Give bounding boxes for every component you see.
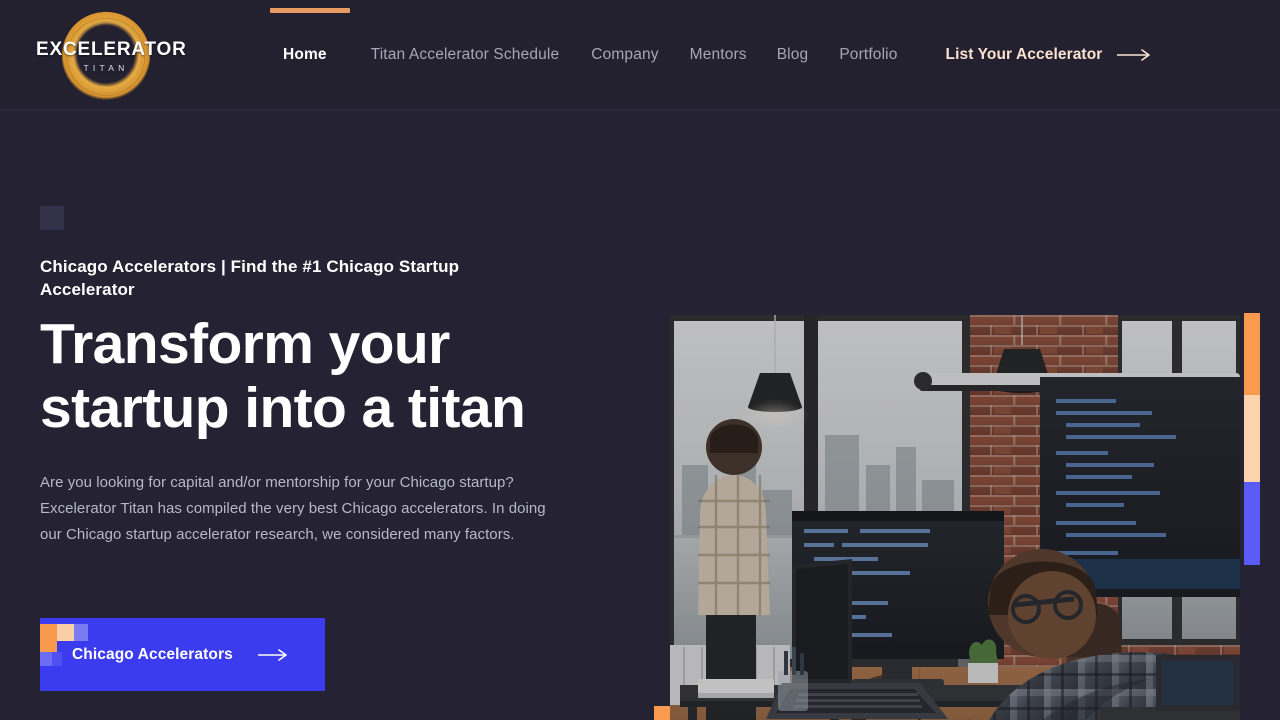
- main-navigation: Home Titan Accelerator Schedule Company …: [270, 0, 1152, 110]
- office-photo: [670, 315, 1240, 720]
- chicago-accelerators-label: Chicago Accelerators: [72, 645, 233, 663]
- list-your-accelerator-label: List Your Accelerator: [945, 46, 1103, 63]
- logo-wordmark: EXCELERATOR: [36, 38, 187, 60]
- hero-section: Chicago Accelerators | Find the #1 Chica…: [0, 110, 1280, 720]
- nav-item-portfolio[interactable]: Portfolio: [839, 46, 897, 64]
- hero-eyebrow: Chicago Accelerators | Find the #1 Chica…: [40, 257, 460, 300]
- accent-bar-orange: [654, 706, 670, 720]
- list-your-accelerator-button[interactable]: List Your Accelerator: [946, 46, 1152, 64]
- nav-item-mentors[interactable]: Mentors: [690, 46, 747, 64]
- hero-headline: Transform your startup into a titan: [40, 312, 526, 440]
- arrow-right-icon: [1117, 49, 1151, 61]
- nav-item-company[interactable]: Company: [591, 46, 658, 64]
- site-header: EXCELERATOR TITAN Home Titan Accelerator…: [0, 0, 1280, 110]
- nav-item-blog[interactable]: Blog: [777, 46, 809, 64]
- accent-bar-blue: [1244, 482, 1260, 565]
- hero-paragraph: Are you looking for capital and/or mento…: [40, 474, 546, 544]
- accent-bar-peach: [1244, 395, 1260, 482]
- nav-item-home[interactable]: Home: [270, 8, 350, 64]
- nav-item-schedule[interactable]: Titan Accelerator Schedule: [371, 46, 560, 64]
- accent-bar-orange: [1244, 313, 1260, 395]
- decorative-square: [40, 206, 64, 230]
- logo-tagline: TITAN: [83, 62, 129, 73]
- hero-image-column: [670, 315, 1240, 720]
- arrow-right-icon: [257, 648, 287, 661]
- chicago-accelerators-button[interactable]: Chicago Accelerators: [40, 618, 325, 691]
- accent-bars-left: [654, 706, 670, 720]
- accent-bars-right: [1244, 313, 1260, 565]
- office-photo-illustration: [670, 315, 1240, 720]
- logo[interactable]: EXCELERATOR TITAN: [36, 6, 187, 106]
